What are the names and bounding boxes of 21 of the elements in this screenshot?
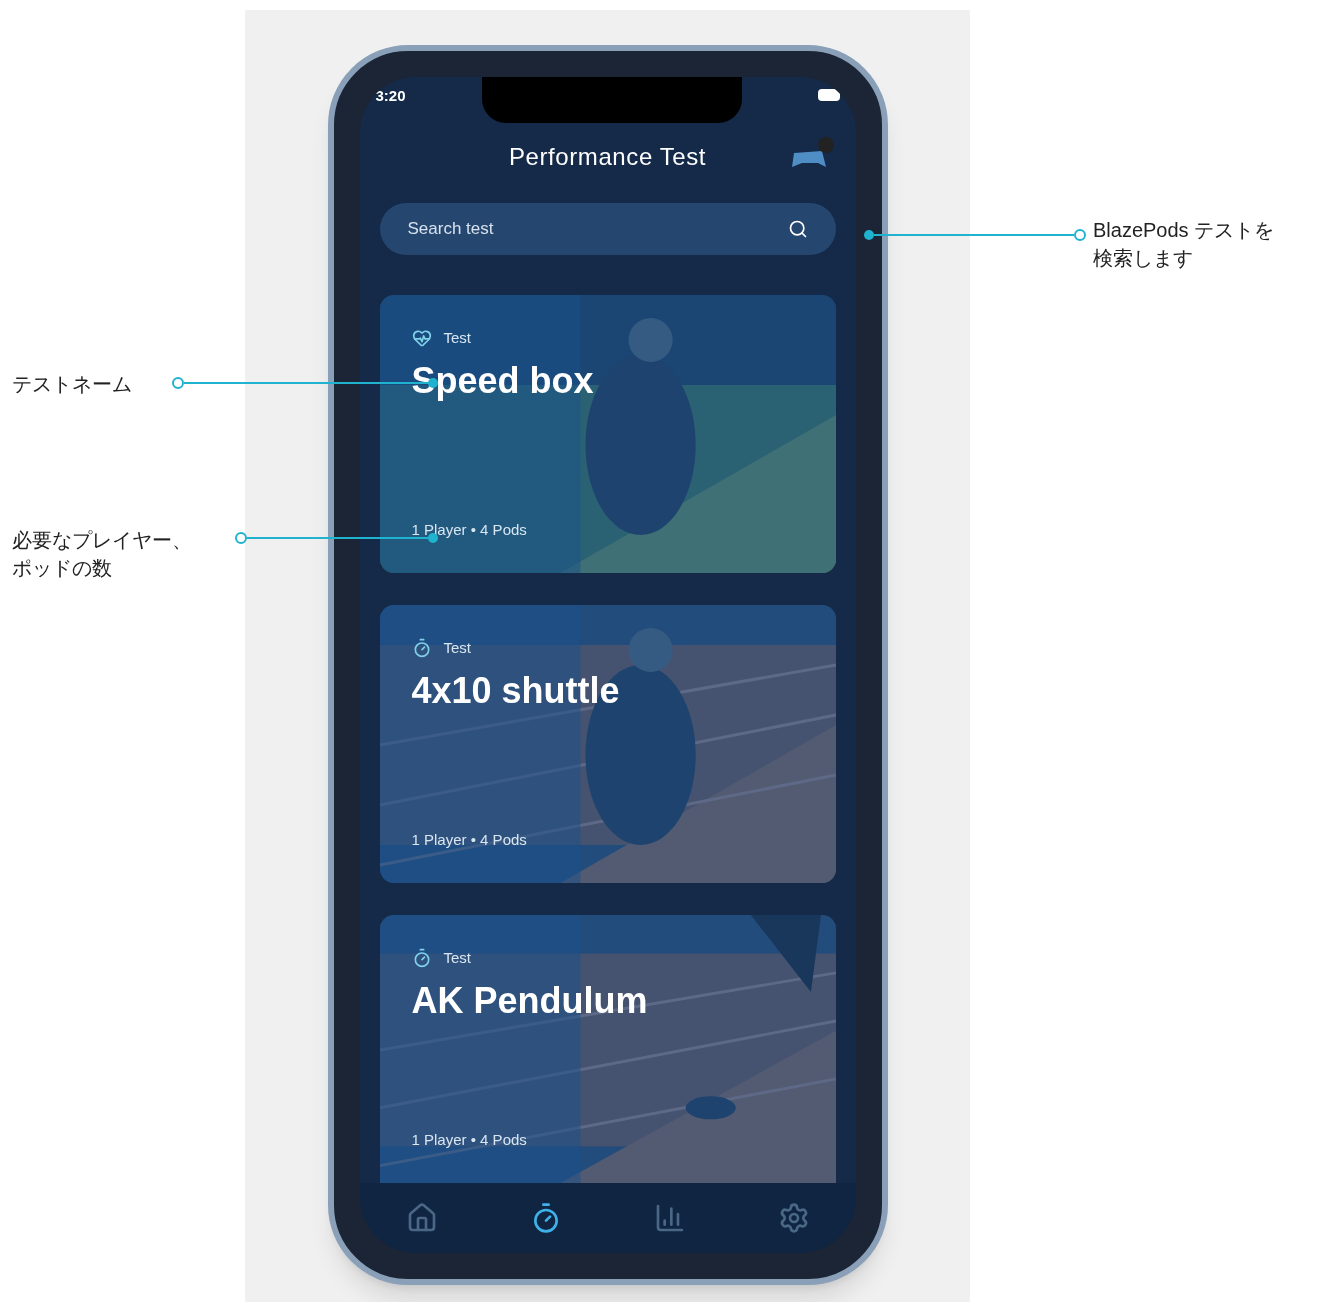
card-meta: 1 Player • 4 Pods xyxy=(411,519,528,540)
card-title: Speed box xyxy=(411,358,595,403)
card-title: 4x10 shuttle xyxy=(411,668,621,713)
card-tag: Test xyxy=(443,327,471,350)
battery-icon xyxy=(817,89,840,101)
annotation-text: 必要なプレイヤー、ポッドの数 xyxy=(12,528,193,581)
heart-icon xyxy=(411,328,432,349)
test-card[interactable]: Test AK Pendulum 1 Player • 4 Pods xyxy=(379,915,836,1183)
test-card[interactable]: Test 4x10 shuttle 1 Player • 4 Pods xyxy=(379,605,836,883)
card-meta: 1 Player • 4 Pods xyxy=(411,829,528,850)
card-meta: 1 Player • 4 Pods xyxy=(411,1129,528,1150)
search-icon xyxy=(787,219,808,239)
status-time: 3:20 xyxy=(375,86,406,106)
annotation-text: BlazePods テストを検索します xyxy=(1093,218,1276,271)
card-title: AK Pendulum xyxy=(411,978,649,1023)
annotation-text: テストネーム xyxy=(12,372,133,397)
screen-title: Performance Test xyxy=(508,142,707,172)
test-card[interactable]: Test Speed box 1 Player • 4 Pods xyxy=(379,295,836,573)
search-field[interactable]: Search test xyxy=(379,203,836,255)
card-tag: Test xyxy=(443,947,471,970)
card-tag: Test xyxy=(443,637,471,660)
